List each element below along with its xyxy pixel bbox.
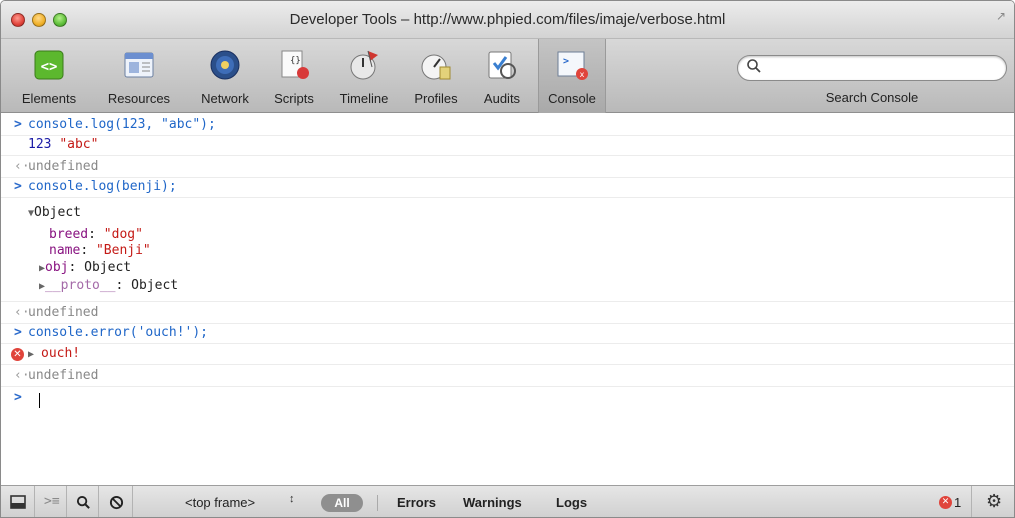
filter-errors-button[interactable]: Errors: [397, 495, 436, 510]
console-result-row: ‹· undefined: [1, 304, 1014, 324]
property-key: obj: [45, 260, 69, 275]
prompt-icon: >: [14, 325, 22, 340]
dock-icon: [10, 495, 26, 509]
fullscreen-icon[interactable]: ↗: [996, 9, 1006, 23]
error-count[interactable]: 1: [954, 495, 961, 510]
property-value: "dog": [103, 227, 143, 242]
dock-button[interactable]: [1, 486, 35, 517]
filter-warnings-button[interactable]: Warnings: [463, 495, 522, 510]
console-error-row[interactable]: ✕ ▶ ouch!: [1, 345, 1014, 365]
command-text: console.log(benji);: [28, 179, 177, 194]
error-count-icon[interactable]: ✕: [939, 496, 952, 509]
timeline-icon: [350, 50, 378, 80]
console-log-row: 123 "abc": [1, 136, 1014, 156]
error-message: ouch!: [41, 346, 81, 361]
inspect-search-button[interactable]: [67, 486, 99, 517]
object-property: name: "Benji": [49, 243, 151, 258]
collapsed-triangle-icon[interactable]: ▶: [28, 346, 34, 364]
settings-button[interactable]: ⚙: [971, 486, 1014, 517]
elements-icon: <>: [34, 50, 64, 80]
property-key: __proto__: [45, 278, 116, 293]
property-value: Object: [131, 278, 179, 293]
tab-timeline[interactable]: Timeline: [331, 39, 397, 113]
object-property-collapsed[interactable]: ▶obj: Object: [39, 259, 131, 278]
result-value: undefined: [28, 368, 99, 383]
clear-console-button[interactable]: [99, 486, 133, 517]
svg-text:x: x: [580, 70, 585, 79]
frame-selector[interactable]: <top frame> ↕: [133, 486, 309, 517]
filter-logs-button[interactable]: Logs: [556, 495, 587, 510]
log-string: "abc": [59, 137, 99, 152]
panel-toolbar: <> Elements Resources Network {} Scripts…: [1, 39, 1014, 113]
frame-selector-value: <top frame>: [185, 495, 256, 510]
tab-timeline-label: Timeline: [339, 91, 389, 106]
log-number: 123: [28, 137, 52, 152]
magnifier-icon: [76, 495, 90, 509]
console-object-block: ▼Object breed: "dog" name: "Benji" ▶obj:…: [1, 204, 1014, 304]
devtools-window: Developer Tools – http://www.phpied.com/…: [0, 0, 1015, 518]
tab-profiles[interactable]: Profiles: [405, 39, 467, 113]
tab-network-label: Network: [201, 91, 249, 106]
status-bar: >≡ <top frame> ↕ All Errors Warnings Log…: [1, 485, 1014, 517]
log-output: 123 "abc": [28, 136, 98, 154]
svg-text:>: >: [563, 56, 569, 67]
object-label: Object: [34, 205, 81, 220]
filter-separator: [377, 495, 378, 511]
audits-icon: [488, 51, 516, 79]
text-caret: [39, 393, 40, 408]
tab-resources[interactable]: Resources: [99, 39, 179, 113]
select-arrows-icon: ↕: [289, 493, 295, 505]
console-drawer-icon: >≡: [44, 494, 60, 509]
filter-all-button[interactable]: All: [321, 494, 363, 512]
scripts-icon: {}: [281, 50, 309, 79]
object-tree-header[interactable]: ▼Object: [28, 204, 81, 223]
console-icon: > x: [557, 51, 588, 80]
property-value: "Benji": [95, 243, 151, 258]
command-text: console.error('ouch!');: [28, 325, 209, 340]
console-result-row: ‹· undefined: [1, 367, 1014, 387]
prompt-icon: >: [14, 390, 22, 405]
tab-audits[interactable]: Audits: [471, 39, 533, 113]
console-drawer-button[interactable]: >≡: [35, 486, 67, 517]
resources-icon: [124, 52, 154, 78]
title-bar: Developer Tools – http://www.phpied.com/…: [1, 1, 1014, 39]
profiles-icon: [421, 54, 451, 80]
property-key: breed: [49, 227, 89, 242]
tab-scripts[interactable]: {} Scripts: [265, 39, 323, 113]
prompt-icon: >: [14, 117, 22, 132]
console-result-row: ‹· undefined: [1, 158, 1014, 178]
gear-icon: ⚙: [986, 491, 1003, 512]
svg-text:<>: <>: [41, 59, 58, 75]
search-icon: [747, 59, 761, 73]
command-text: console.log(123, "abc");: [28, 117, 216, 132]
property-value: Object: [84, 260, 132, 275]
tab-profiles-label: Profiles: [414, 91, 458, 106]
console-output[interactable]: > console.log(123, "abc"); 123 "abc" ‹· …: [1, 114, 1014, 485]
error-icon: ✕: [11, 348, 24, 361]
result-value: undefined: [28, 159, 99, 174]
tab-scripts-label: Scripts: [274, 91, 314, 106]
tab-elements-label: Elements: [21, 91, 77, 106]
console-command-row: > console.error('ouch!');: [1, 324, 1014, 344]
tab-console-label: Console: [548, 91, 596, 106]
result-value: undefined: [28, 305, 99, 320]
console-command-row: > console.log(benji);: [1, 178, 1014, 198]
property-key: name: [49, 243, 81, 258]
search-console-label: Search Console: [825, 90, 919, 105]
window-title: Developer Tools – http://www.phpied.com/…: [289, 11, 726, 28]
network-icon: [210, 50, 240, 80]
divider: [1, 300, 1014, 302]
tab-console[interactable]: > x Console: [538, 39, 606, 113]
clear-icon: [109, 495, 124, 510]
tab-elements[interactable]: <> Elements: [17, 39, 81, 113]
console-command-row: > console.log(123, "abc");: [1, 116, 1014, 136]
object-property-collapsed[interactable]: ▶__proto__: Object: [39, 277, 178, 296]
tab-resources-label: Resources: [107, 91, 171, 106]
prompt-icon: >: [14, 179, 22, 194]
search-console-input[interactable]: [737, 55, 1007, 81]
tab-audits-label: Audits: [483, 91, 521, 106]
tab-network[interactable]: Network: [193, 39, 257, 113]
console-input-row[interactable]: >: [1, 389, 1014, 409]
svg-text:{}: {}: [290, 56, 301, 66]
